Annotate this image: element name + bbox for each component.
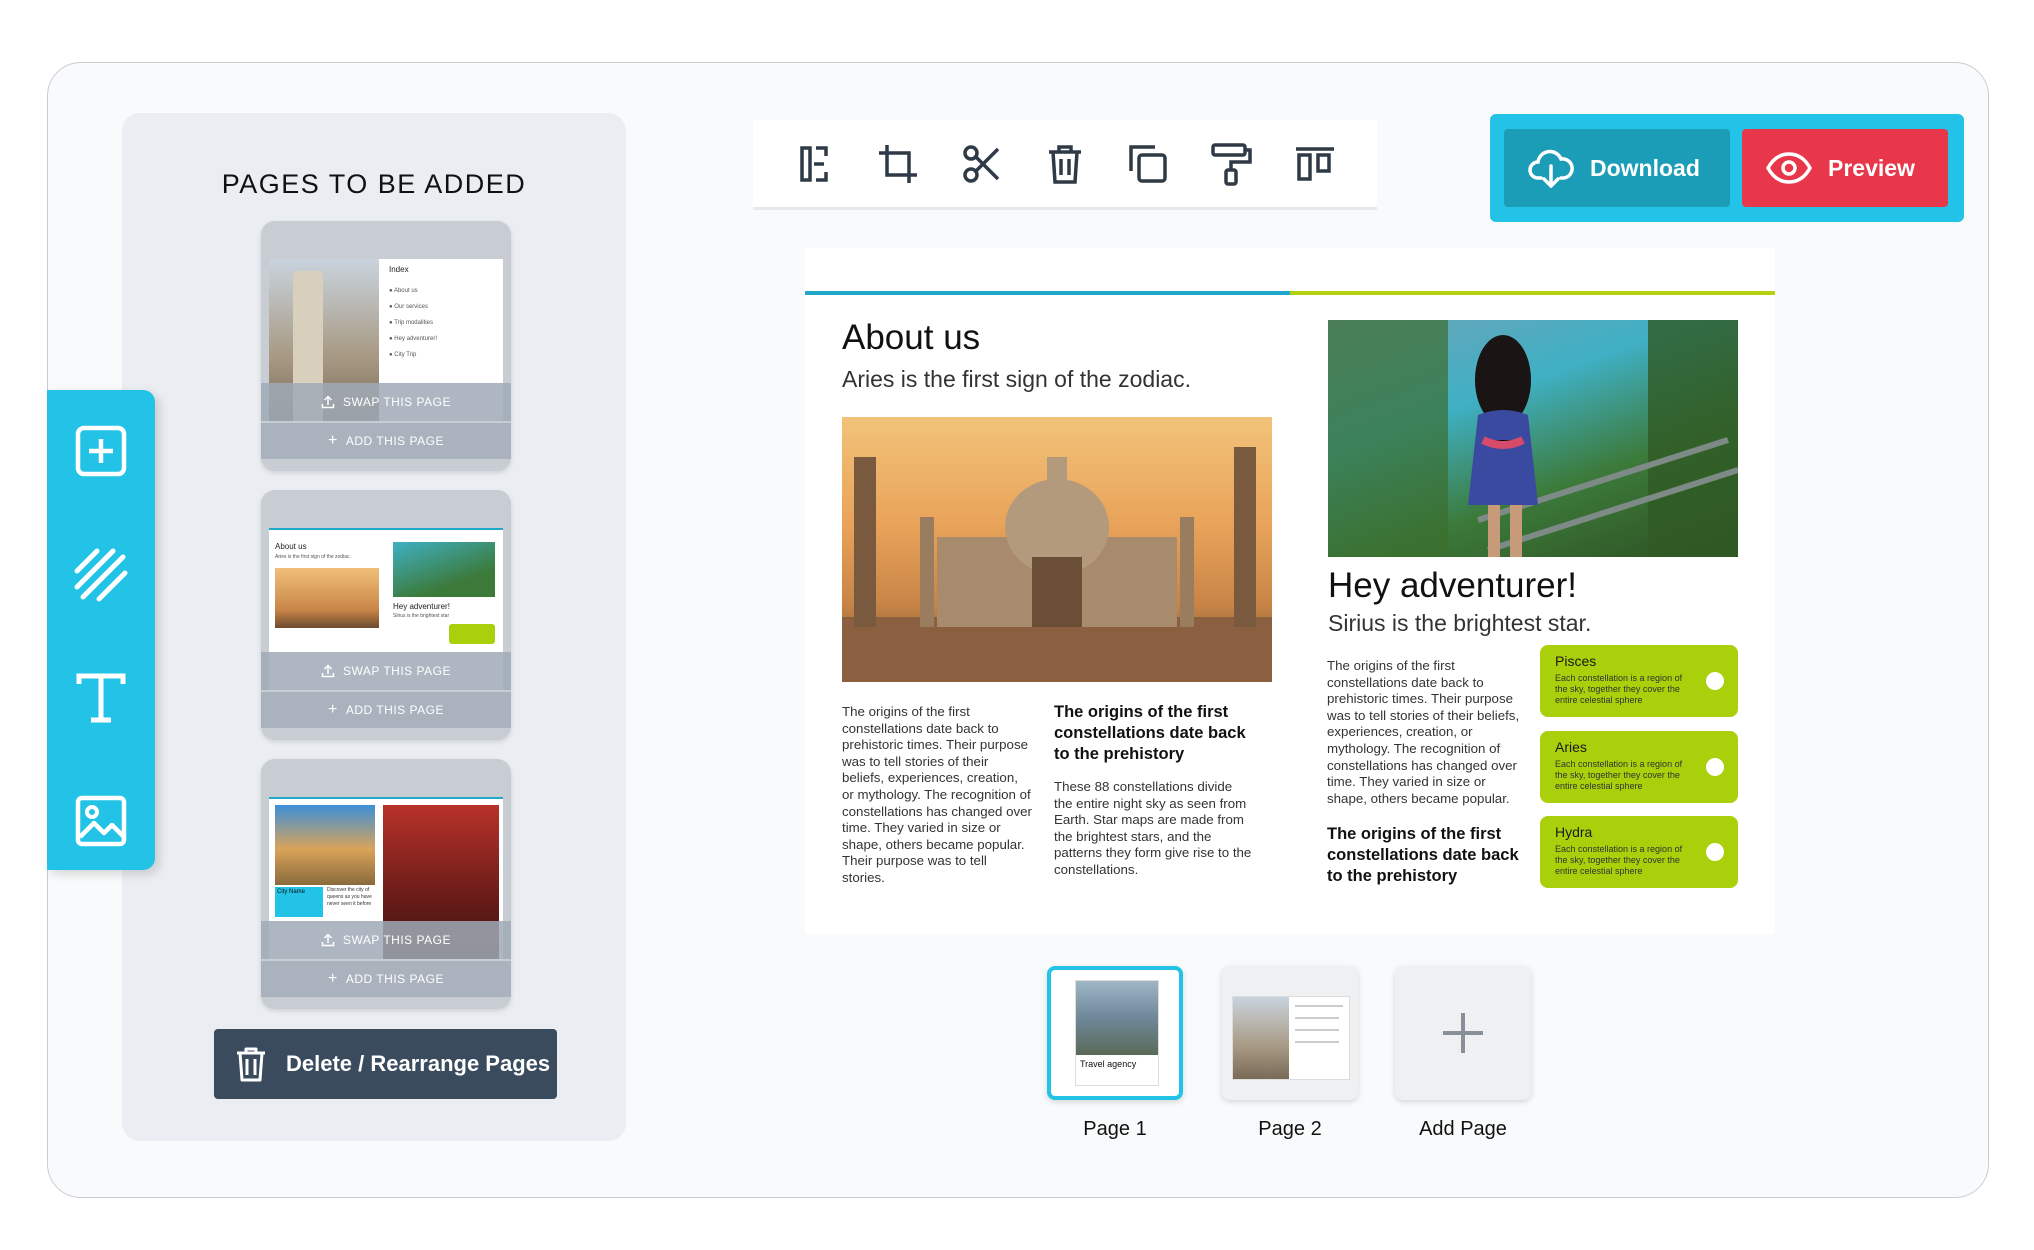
add-page-label: Add Page <box>1419 1118 1507 1140</box>
about-title[interactable]: About us <box>842 318 980 358</box>
about-column-text[interactable]: These 88 constellations divide the entir… <box>1054 779 1254 879</box>
plus-icon: + <box>328 701 338 718</box>
page-1-label: Page 1 <box>1083 1118 1147 1140</box>
preview-heading: City Name <box>275 887 323 917</box>
accent-line-blue <box>805 291 1290 295</box>
upload-icon <box>321 933 335 947</box>
paint-roller-icon[interactable] <box>1209 141 1255 187</box>
cut-icon[interactable] <box>959 141 1005 187</box>
action-buttons: Download Preview <box>1490 114 1964 222</box>
card-title: Hydra <box>1555 824 1593 840</box>
add-page-label: ADD THIS PAGE <box>345 972 444 986</box>
add-element-icon[interactable] <box>73 423 129 479</box>
page-thumbnail-1[interactable]: Travel agency <box>1047 966 1183 1100</box>
download-label: Download <box>1590 154 1700 181</box>
accent-line-lime <box>1290 291 1775 295</box>
thumb-caption: Travel agency <box>1080 1059 1137 1069</box>
constellation-card[interactable]: Pisces Each constellation is a region of… <box>1540 645 1738 717</box>
preview-label: Preview <box>1828 154 1915 181</box>
page-canvas[interactable]: About us Aries is the first sign of the … <box>805 248 1775 934</box>
city-photo <box>275 805 375 885</box>
template-card-2[interactable]: About us Aries is the first sign of the … <box>261 490 511 740</box>
card-description: Each constellation is a region of the sk… <box>1555 844 1683 876</box>
eye-icon <box>1766 152 1812 184</box>
delete-rearrange-button[interactable]: Delete / Rearrange Pages <box>214 1029 557 1099</box>
about-body-text[interactable]: The origins of the first constellations … <box>842 704 1032 887</box>
add-page-tile[interactable] <box>1395 966 1531 1100</box>
swap-page-button[interactable]: SWAP THIS PAGE <box>261 652 511 690</box>
preview-heading: About us <box>275 542 307 551</box>
add-page-button[interactable]: + ADD THIS PAGE <box>261 692 511 728</box>
plus-icon <box>1443 1013 1483 1053</box>
preview-sub-2: Sirius is the brightest star <box>393 613 450 619</box>
adventurer-photo[interactable] <box>1328 320 1738 557</box>
toggle-dot[interactable] <box>1706 758 1724 776</box>
cloud-download-icon <box>1528 149 1574 188</box>
duplicate-icon[interactable] <box>1125 141 1171 187</box>
swap-page-button[interactable]: SWAP THIS PAGE <box>261 921 511 959</box>
preview-sub: Discover the city of queens as you have … <box>327 887 372 907</box>
align-top-icon[interactable] <box>1292 141 1338 187</box>
preview-index-list: ● About us ● Our services ● Trip modalit… <box>389 288 437 358</box>
swap-page-label: SWAP THIS PAGE <box>343 664 451 678</box>
add-page-label: ADD THIS PAGE <box>345 434 444 448</box>
swap-page-label: SWAP THIS PAGE <box>343 933 451 947</box>
plus-icon: + <box>328 432 338 449</box>
crop-icon[interactable] <box>875 141 921 187</box>
add-page-button[interactable]: + ADD THIS PAGE <box>261 423 511 459</box>
plus-icon: + <box>328 970 338 987</box>
preview-heading-2: Hey adventurer! <box>393 602 450 611</box>
swap-page-button[interactable]: SWAP THIS PAGE <box>261 383 511 421</box>
template-card-1[interactable]: Index ● About us ● Our services ● Trip m… <box>261 221 511 471</box>
about-subtitle[interactable]: Aries is the first sign of the zodiac. <box>842 366 1191 393</box>
adventurer-column-heading[interactable]: The origins of the first constellations … <box>1327 824 1523 887</box>
pages-panel-title: PAGES TO BE ADDED <box>221 169 527 199</box>
download-button[interactable]: Download <box>1504 129 1730 207</box>
constellation-card[interactable]: Hydra Each constellation is a region of … <box>1540 816 1738 888</box>
card-description: Each constellation is a region of the sk… <box>1555 673 1683 705</box>
pattern-icon[interactable] <box>73 547 129 603</box>
preview-button[interactable]: Preview <box>1742 129 1948 207</box>
thumb-preview <box>1232 996 1350 1080</box>
add-page-label: ADD THIS PAGE <box>345 703 444 717</box>
swap-page-label: SWAP THIS PAGE <box>343 395 451 409</box>
toggle-dot[interactable] <box>1706 843 1724 861</box>
upload-icon <box>321 664 335 678</box>
template-card-3[interactable]: City Name Discover the city of queens as… <box>261 759 511 1009</box>
add-page-button[interactable]: + ADD THIS PAGE <box>261 961 511 997</box>
thumb-preview: Travel agency <box>1075 980 1159 1086</box>
taj-photo <box>275 568 379 628</box>
resize-icon[interactable] <box>792 141 838 187</box>
trash-icon[interactable] <box>1042 141 1088 187</box>
tool-rail <box>47 390 155 870</box>
taj-mahal-photo[interactable] <box>842 417 1272 682</box>
card-title: Pisces <box>1555 653 1597 669</box>
page-thumbnail-2[interactable] <box>1222 966 1358 1100</box>
preview-sub: Aries is the first sign of the zodiac. <box>275 554 351 560</box>
constellation-card[interactable]: Aries Each constellation is a region of … <box>1540 731 1738 803</box>
adventurer-body-text[interactable]: The origins of the first constellations … <box>1327 658 1523 807</box>
girl-photo <box>393 542 495 597</box>
card-title: Aries <box>1555 739 1587 755</box>
trash-icon <box>237 1047 265 1082</box>
toggle-dot[interactable] <box>1706 672 1724 690</box>
adventurer-title[interactable]: Hey adventurer! <box>1328 566 1577 606</box>
upload-icon <box>321 395 335 409</box>
adventurer-subtitle[interactable]: Sirius is the brightest star. <box>1328 610 1591 637</box>
about-column-heading[interactable]: The origins of the first constellations … <box>1054 702 1254 765</box>
edit-toolbar <box>753 120 1377 210</box>
preview-heading: Index <box>389 265 409 274</box>
card-description: Each constellation is a region of the sk… <box>1555 759 1683 791</box>
page-2-label: Page 2 <box>1258 1118 1322 1140</box>
text-icon[interactable] <box>73 670 129 726</box>
pages-panel: PAGES TO BE ADDED Index ● About us ● Our… <box>122 113 626 1141</box>
image-icon[interactable] <box>73 793 129 849</box>
delete-rearrange-label: Delete / Rearrange Pages <box>286 1051 551 1076</box>
